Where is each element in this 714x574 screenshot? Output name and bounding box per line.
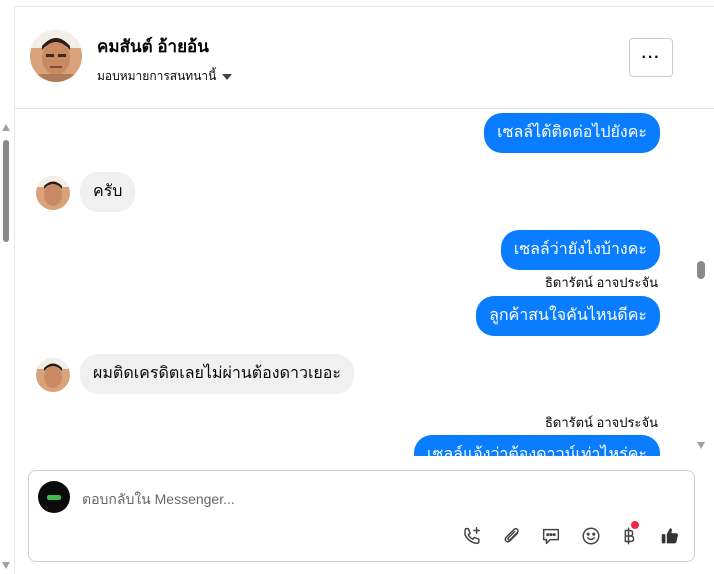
outgoing-message[interactable]: ลูกค้าสนใจคันไหนดีคะ <box>476 296 660 336</box>
caret-down-icon <box>222 73 233 80</box>
thread-scrollbar[interactable] <box>696 110 708 456</box>
outgoing-message[interactable]: เซลล์ได้ติดต่อไปยังคะ <box>484 113 660 153</box>
notification-dot <box>631 521 639 529</box>
page-avatar <box>38 481 70 513</box>
page-scrollbar[interactable] <box>0 110 14 574</box>
reply-composer <box>28 470 695 562</box>
saved-reply-icon[interactable] <box>539 524 563 548</box>
contact-avatar-small[interactable] <box>36 176 70 210</box>
attachment-icon[interactable] <box>500 524 524 548</box>
thumbs-up-icon[interactable] <box>658 524 682 548</box>
incoming-message[interactable]: ครับ <box>80 172 136 212</box>
baht-payment-icon[interactable] <box>617 521 641 548</box>
outgoing-message[interactable]: เซลล์ว่ายังไงบ้างคะ <box>500 230 660 270</box>
contact-name[interactable]: คมสันต์ อ้ายอ้น <box>97 33 209 60</box>
sender-name: ธิดารัตน์ อาจประจัน <box>544 275 658 290</box>
message-thread[interactable]: เซลล์ได้ติดต่อไปยังคะ ครับ เซลล์ว่ายังไง… <box>15 110 695 456</box>
page-logo-icon <box>47 494 61 500</box>
contact-avatar[interactable] <box>30 30 82 82</box>
reply-input[interactable] <box>82 490 642 508</box>
assign-conversation-label: มอบหมายการสนทนานี้ <box>97 69 217 83</box>
more-options-button[interactable]: ··· <box>629 38 673 77</box>
page-scrollbar-thumb[interactable] <box>3 140 9 242</box>
add-call-icon[interactable] <box>460 524 484 548</box>
scroll-down-arrow-icon[interactable] <box>697 442 705 449</box>
thread-scrollbar-thumb[interactable] <box>697 261 705 279</box>
conversation-header: คมสันต์ อ้ายอ้น มอบหมายการสนทนานี้ ··· <box>15 7 714 109</box>
incoming-message[interactable]: ผมติดเครดิตเลยไม่ผ่านต้องดาวเยอะ <box>80 354 355 394</box>
outgoing-message[interactable]: เซลล์แจ้งว่าต้องดาวน์เท่าไหร่คะ <box>414 435 660 456</box>
emoji-icon[interactable] <box>579 524 603 548</box>
sender-name: ธิดารัตน์ อาจประจัน <box>544 415 658 430</box>
scroll-down-arrow-icon[interactable] <box>2 562 10 569</box>
contact-avatar-small[interactable] <box>36 358 70 392</box>
scroll-up-arrow-icon[interactable] <box>2 124 10 131</box>
assign-conversation-dropdown[interactable]: มอบหมายการสนทนานี้ <box>97 67 233 86</box>
